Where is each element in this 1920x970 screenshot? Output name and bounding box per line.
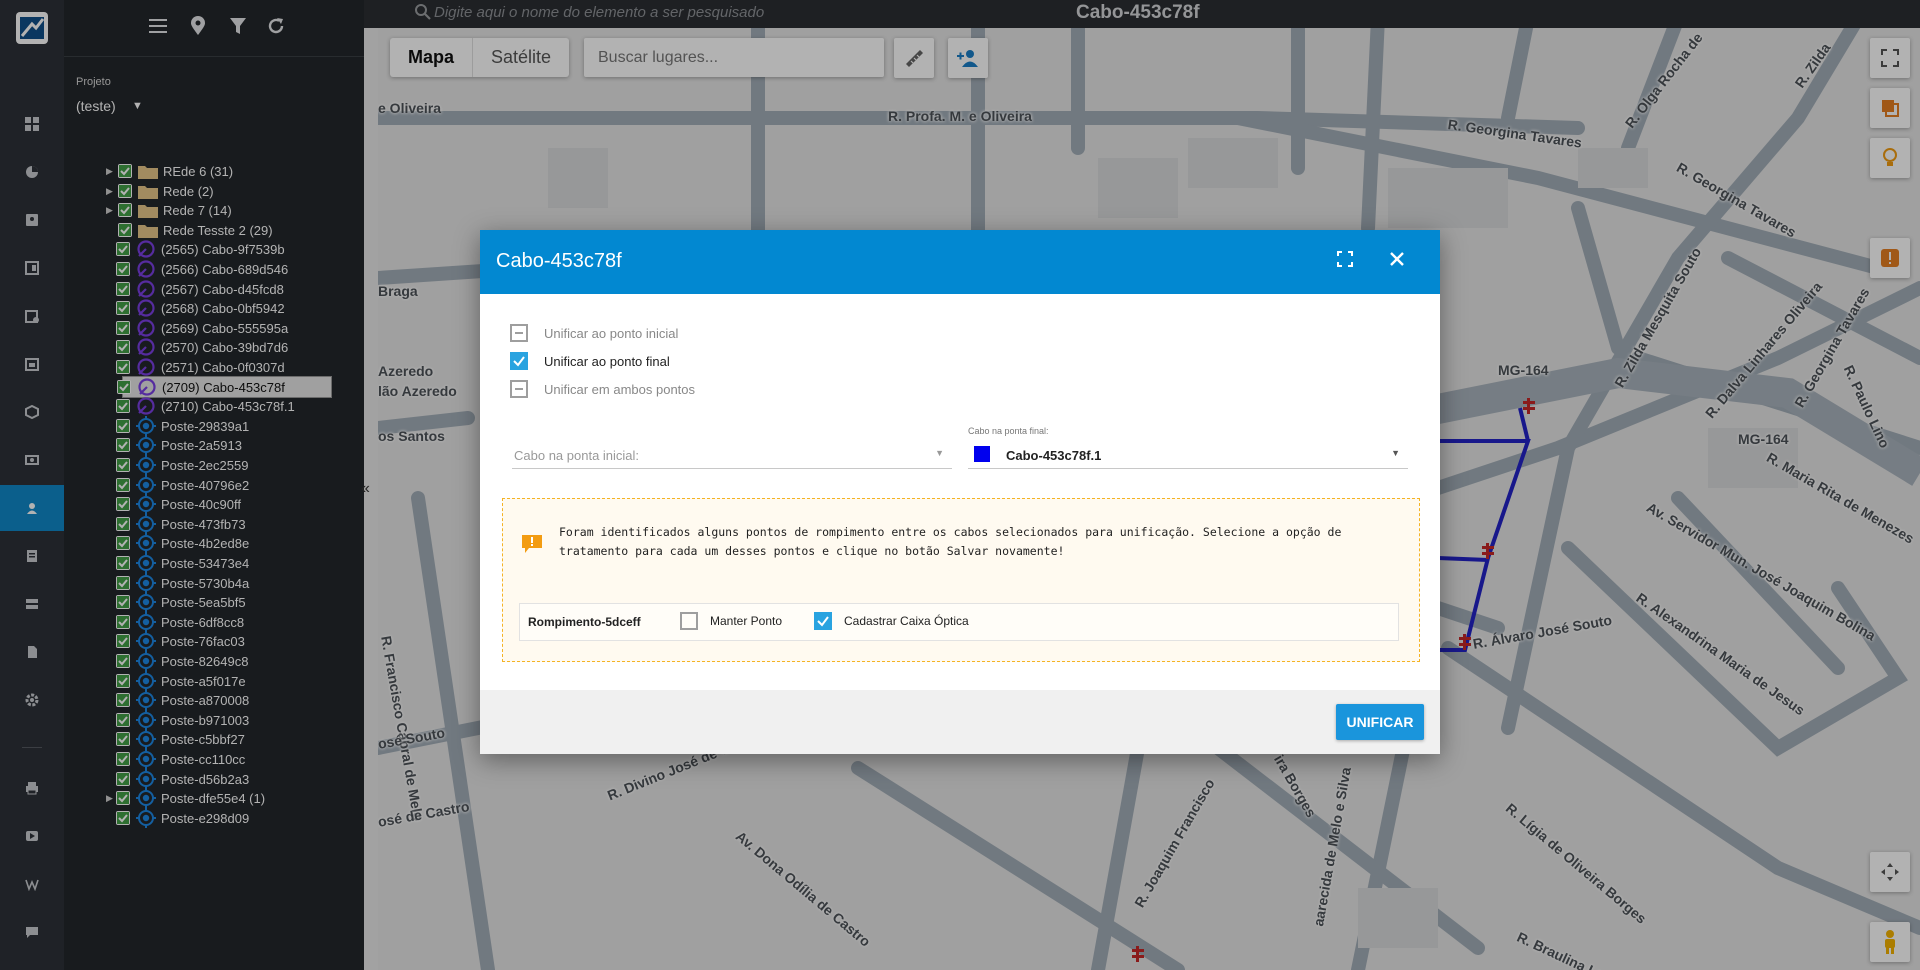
start-cable-select[interactable]: Cabo na ponta inicial: ▼ xyxy=(512,442,952,469)
maximize-icon[interactable] xyxy=(1336,250,1354,273)
cable-color-swatch xyxy=(974,446,990,462)
dialog-title: Cabo-453c78f xyxy=(496,250,622,272)
end-cable-select[interactable]: Cabo-453c78f.1 ▼ xyxy=(968,442,1408,469)
chevron-down-icon: ▼ xyxy=(935,448,944,458)
warning-text: Foram identificados alguns pontos de rom… xyxy=(559,525,1342,558)
option-unify-start-checkbox[interactable] xyxy=(510,324,528,342)
close-icon[interactable] xyxy=(1388,250,1406,273)
start-cable-placeholder: Cabo na ponta inicial: xyxy=(514,448,640,463)
end-cable-value: Cabo-453c78f.1 xyxy=(1006,448,1102,463)
end-cable-label: Cabo na ponta final: xyxy=(968,426,1049,436)
unify-button[interactable]: UNIFICAR xyxy=(1336,704,1424,740)
rupture-row: Rompimento-5dceff Manter Ponto Cadastrar… xyxy=(519,603,1399,641)
option-unify-start-label: Unificar ao ponto inicial xyxy=(544,325,679,341)
rupture-name: Rompimento-5dceff xyxy=(528,615,641,629)
unify-cable-dialog: Cabo-453c78f Unificar ao ponto inicial U… xyxy=(480,230,1440,754)
option-unify-both-checkbox[interactable] xyxy=(510,380,528,398)
warning-icon xyxy=(521,533,543,560)
register-box-checkbox[interactable] xyxy=(814,612,832,630)
keep-point-label: Manter Ponto xyxy=(710,614,783,628)
option-unify-both[interactable]: Unificar em ambos pontos xyxy=(510,378,695,400)
dialog-footer: UNIFICAR xyxy=(480,690,1440,754)
dialog-header: Cabo-453c78f xyxy=(480,230,1440,294)
option-unify-both-label: Unificar em ambos pontos xyxy=(544,381,696,397)
option-unify-start[interactable]: Unificar ao ponto inicial xyxy=(510,322,678,344)
rupture-warning-box: Foram identificados alguns pontos de rom… xyxy=(502,498,1420,662)
keep-point-checkbox[interactable] xyxy=(680,612,698,630)
keep-point-option[interactable]: Manter Ponto xyxy=(680,612,782,630)
option-unify-end[interactable]: Unificar ao ponto final xyxy=(510,350,670,372)
option-unify-end-checkbox[interactable] xyxy=(510,352,528,370)
chevron-down-icon: ▼ xyxy=(1391,448,1400,458)
option-unify-end-label: Unificar ao ponto final xyxy=(544,353,670,369)
register-box-label: Cadastrar Caixa Óptica xyxy=(844,614,969,628)
register-box-option[interactable]: Cadastrar Caixa Óptica xyxy=(814,612,969,630)
